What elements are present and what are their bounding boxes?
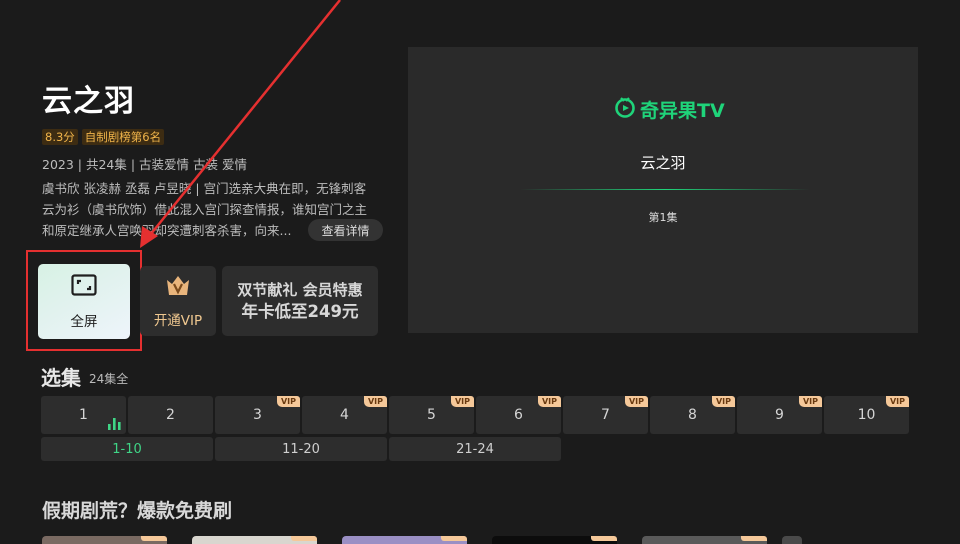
recommend-thumbnail[interactable] [782, 536, 802, 544]
promo-line: 年卡低至249元 [241, 302, 359, 321]
episode-number: 3 [253, 407, 262, 423]
logo-text: 奇异果TV [640, 100, 725, 122]
description-line: 虞书欣 张凌赫 丞磊 卢昱晓 | 宫门选亲大典在即，无锋刺客 [42, 181, 367, 196]
video-player[interactable] [408, 47, 918, 333]
vip-crown-icon [164, 273, 192, 303]
open-vip-button[interactable]: 开通VIP [140, 266, 216, 336]
episode-item[interactable]: 7 VIP [563, 396, 648, 434]
rating-badge: 8.3分 [42, 129, 78, 145]
vip-tag: VIP [538, 396, 561, 407]
episode-number: 2 [166, 407, 175, 423]
episode-number: 4 [340, 407, 349, 423]
episode-number: 8 [688, 407, 697, 423]
episode-number: 5 [427, 407, 436, 423]
range-tab[interactable]: 21-24 [389, 437, 561, 461]
player-title: 云之羽 [640, 154, 686, 172]
episode-item[interactable]: 1 [41, 396, 126, 434]
recommend-thumbnail[interactable] [192, 536, 317, 544]
recommend-section-title: 假期剧荒？爆款免费刷 [42, 500, 233, 522]
vip-tag [741, 536, 767, 541]
description-line: 和原定继承人宫唤羽却突遭刺客杀害，向来... [42, 223, 292, 238]
vip-tag [591, 536, 617, 541]
vip-tag: VIP [451, 396, 474, 407]
recommend-thumbnail[interactable] [342, 536, 467, 544]
highlight-box [26, 250, 142, 351]
vip-tag [141, 536, 167, 541]
view-details-button[interactable]: 查看详情 [308, 219, 383, 241]
episode-item[interactable]: 6 VIP [476, 396, 561, 434]
episode-list: 1 2 3 VIP 4 VIP 5 VIP 6 VIP 7 VIP 8 VIP … [41, 396, 909, 434]
episode-item[interactable]: 10 VIP [824, 396, 909, 434]
episode-section-title: 选集 [41, 366, 81, 390]
episode-number: 6 [514, 407, 523, 423]
vip-tag: VIP [364, 396, 387, 407]
episode-item[interactable]: 8 VIP [650, 396, 735, 434]
vip-promo-button[interactable]: 双节献礼 会员特惠 年卡低至249元 [222, 266, 378, 336]
episode-count: 24集全 [89, 372, 129, 386]
recommend-row [42, 536, 802, 544]
kiwi-tv-logo-icon [614, 96, 636, 123]
range-tab[interactable]: 1-10 [41, 437, 213, 461]
vip-tag: VIP [712, 396, 735, 407]
recommend-thumbnail[interactable] [492, 536, 617, 544]
episode-number: 7 [601, 407, 610, 423]
description-line: 云为衫（虞书欣饰）借此混入宫门探查情报，谁知宫门之主 [42, 202, 368, 217]
episode-item[interactable]: 5 VIP [389, 396, 474, 434]
episode-item[interactable]: 3 VIP [215, 396, 300, 434]
vip-tag [441, 536, 467, 541]
vip-tag: VIP [277, 396, 300, 407]
show-title: 云之羽 [42, 84, 135, 119]
range-tab[interactable]: 11-20 [215, 437, 387, 461]
player-episode: 第1集 [648, 211, 678, 224]
episode-range-tabs: 1-10 11-20 21-24 [41, 437, 561, 461]
vip-tag [291, 536, 317, 541]
vip-tag: VIP [799, 396, 822, 407]
episode-number: 9 [775, 407, 784, 423]
recommend-thumbnail[interactable] [42, 536, 167, 544]
episode-number: 10 [857, 407, 876, 423]
player-divider [520, 189, 810, 190]
playing-indicator-icon [108, 418, 122, 434]
episode-item[interactable]: 2 [128, 396, 213, 434]
rank-badge: 自制剧榜第6名 [81, 129, 165, 145]
episode-item[interactable]: 4 VIP [302, 396, 387, 434]
episode-item[interactable]: 9 VIP [737, 396, 822, 434]
vip-tag: VIP [625, 396, 648, 407]
open-vip-label: 开通VIP [153, 313, 203, 329]
player-logo: 奇异果TV [614, 96, 725, 123]
promo-line: 双节献礼 会员特惠 [237, 281, 363, 299]
badges: 8.3分 自制剧榜第6名 [42, 129, 165, 145]
episode-number: 1 [79, 407, 88, 423]
show-meta: 2023 | 共24集 | 古装爱情 古装 爱情 [42, 157, 247, 172]
recommend-thumbnail[interactable] [642, 536, 767, 544]
vip-tag: VIP [886, 396, 909, 407]
